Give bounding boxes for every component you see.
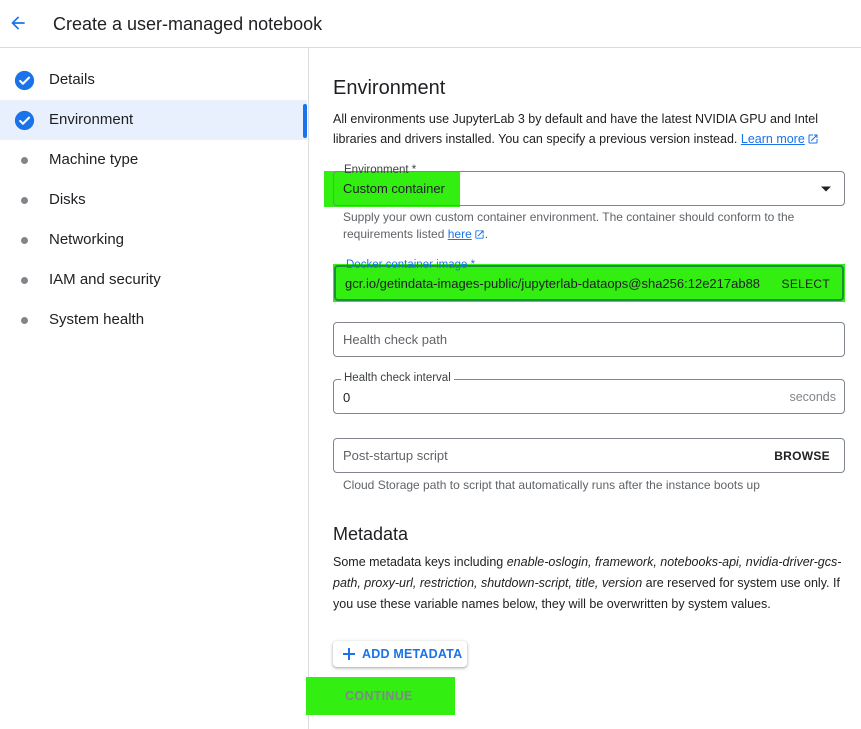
health-check-interval-field[interactable]: Health check interval 0 seconds [333, 371, 845, 414]
docker-image-field[interactable]: Docker container image * gcr.io/getindat… [334, 259, 844, 301]
stepper-sidebar: Details Environment Machine type Disks N… [0, 48, 309, 729]
step-details[interactable]: Details [0, 60, 307, 100]
step-dot-icon [21, 237, 28, 244]
learn-more-link[interactable]: Learn more [741, 132, 819, 146]
field-label: Docker container image * [346, 259, 476, 271]
step-dot-icon [21, 317, 28, 324]
continue-button[interactable]: CONTINUE [306, 677, 455, 715]
section-heading-environment: Environment [333, 77, 446, 99]
dropdown-arrow-icon [821, 186, 831, 192]
environment-hint: Supply your own custom container environ… [343, 210, 795, 241]
field-placeholder: Post-startup script [343, 448, 448, 463]
environment-description: All environments use JupyterLab 3 by def… [333, 112, 819, 146]
step-label: Environment [49, 111, 134, 128]
main-panel: Environment All environments use Jupyter… [306, 48, 861, 729]
page-title: Create a user-managed notebook [53, 14, 323, 34]
here-link[interactable]: here [448, 227, 485, 241]
field-label: Health check interval [341, 371, 454, 385]
step-label: IAM and security [49, 271, 161, 288]
section-heading-metadata: Metadata [333, 524, 409, 544]
step-environment[interactable]: Environment [0, 100, 307, 140]
field-placeholder: Health check path [343, 332, 448, 347]
post-startup-hint: Cloud Storage path to script that automa… [343, 478, 760, 492]
step-dot-icon [21, 157, 28, 164]
arrow-back-icon [11, 16, 25, 30]
step-dot-icon [21, 277, 28, 284]
docker-image-value: gcr.io/getindata-images-public/jupyterla… [345, 276, 761, 291]
check-circle-icon [14, 110, 35, 131]
add-metadata-button[interactable]: ADD METADATA [333, 641, 467, 667]
step-machine-type[interactable]: Machine type [0, 140, 307, 180]
post-startup-script-field[interactable]: Post-startup script BROWSE [333, 438, 845, 473]
metadata-description: Some metadata keys including enable-oslo… [333, 555, 842, 611]
active-step-indicator [303, 104, 307, 138]
step-system-health[interactable]: System health [0, 300, 307, 340]
select-button[interactable]: SELECT [782, 277, 830, 291]
open-in-new-icon [475, 230, 484, 239]
step-label: Machine type [49, 151, 139, 168]
back-button[interactable] [6, 10, 30, 36]
step-iam-and-security[interactable]: IAM and security [0, 260, 307, 300]
field-value: 0 [343, 390, 351, 405]
environment-select[interactable]: Environment * Custom container [333, 164, 845, 206]
browse-button[interactable]: BROWSE [774, 449, 830, 463]
open-in-new-icon [808, 134, 818, 144]
step-dot-icon [21, 197, 28, 204]
step-networking[interactable]: Networking [0, 220, 307, 260]
field-label: Environment * [344, 164, 417, 176]
plus-icon [343, 648, 355, 660]
step-label: Details [49, 71, 95, 88]
step-label: System health [49, 311, 145, 328]
health-check-path-field[interactable]: Health check path [333, 322, 845, 357]
top-bar: Create a user-managed notebook [0, 0, 861, 48]
step-label: Networking [49, 231, 125, 248]
field-value: Custom container [343, 181, 445, 196]
step-disks[interactable]: Disks [0, 180, 307, 220]
seconds-suffix: seconds [789, 390, 836, 404]
step-label: Disks [49, 191, 86, 208]
check-circle-icon [14, 70, 35, 91]
